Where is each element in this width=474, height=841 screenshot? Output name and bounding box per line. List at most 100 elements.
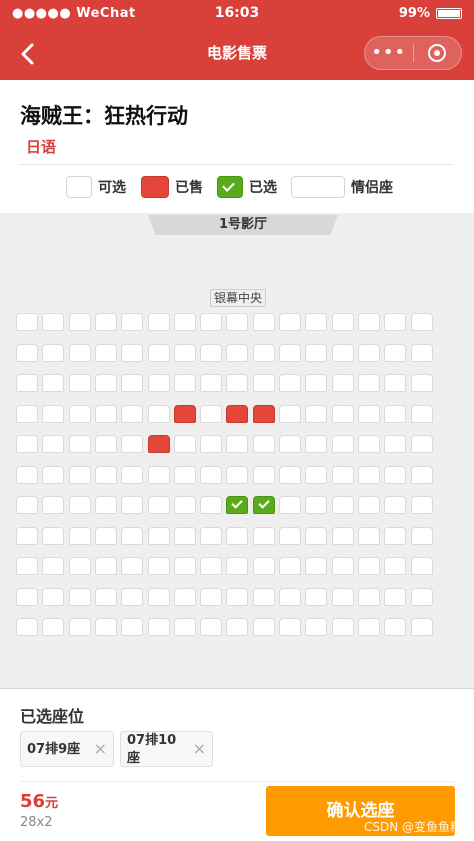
seat[interactable] [331,557,354,575]
seat[interactable] [147,465,170,484]
seat[interactable] [200,587,223,606]
seat[interactable] [252,557,275,575]
seat[interactable] [252,313,275,331]
seat[interactable] [305,618,328,636]
seat[interactable] [410,526,433,545]
seat[interactable] [200,496,223,514]
seat[interactable] [121,374,144,392]
seat[interactable] [147,557,170,575]
seat[interactable] [305,343,328,362]
seat[interactable] [16,435,38,453]
seat[interactable] [94,404,117,423]
seat[interactable] [279,465,301,484]
seat[interactable] [305,374,328,392]
seat[interactable] [331,618,354,636]
seat[interactable] [384,404,407,423]
seat[interactable] [226,526,249,545]
seat[interactable] [200,435,223,453]
seat[interactable] [173,465,196,484]
seat[interactable] [357,343,380,362]
seat[interactable] [200,374,223,392]
seat[interactable] [305,313,328,331]
seat[interactable] [147,343,170,362]
seat[interactable] [121,313,144,331]
seat[interactable] [94,374,117,392]
seat[interactable] [68,465,91,484]
seat[interactable] [147,526,170,545]
seat[interactable] [121,526,144,545]
seat[interactable] [121,343,144,362]
seat[interactable] [121,557,144,575]
seat[interactable] [279,526,301,545]
seat[interactable] [42,465,65,484]
seat[interactable] [173,374,196,392]
seat[interactable] [357,618,380,636]
seat[interactable] [279,557,301,575]
seat[interactable] [147,435,170,453]
seat[interactable] [279,343,301,362]
seat[interactable] [147,374,170,392]
seat[interactable] [121,404,144,423]
seat[interactable] [226,343,249,362]
seat[interactable] [305,465,328,484]
seat[interactable] [331,343,354,362]
seat[interactable] [226,618,249,636]
close-icon[interactable]: × [193,740,206,758]
seat[interactable] [16,496,38,514]
seat[interactable] [173,404,196,423]
seat[interactable] [410,618,433,636]
seat[interactable] [252,435,275,453]
seat[interactable] [331,435,354,453]
seat[interactable] [384,374,407,392]
seat[interactable] [42,313,65,331]
seat[interactable] [68,404,91,423]
seat[interactable] [16,374,38,392]
seat[interactable] [147,587,170,606]
seat[interactable] [252,404,275,423]
seat[interactable] [94,313,117,331]
seat[interactable] [384,526,407,545]
seat[interactable] [305,435,328,453]
seat[interactable] [147,313,170,331]
seat[interactable] [279,496,301,514]
selected-seat-chip[interactable]: 07排10座 × [120,731,213,767]
seat[interactable] [68,313,91,331]
seat[interactable] [410,496,433,514]
seat[interactable] [331,496,354,514]
seat[interactable] [173,496,196,514]
seat[interactable] [200,557,223,575]
seat[interactable] [68,435,91,453]
seat[interactable] [357,557,380,575]
seat[interactable] [94,435,117,453]
seat[interactable] [121,496,144,514]
close-miniprogram-button[interactable] [414,44,462,62]
seat[interactable] [173,526,196,545]
seat[interactable] [384,343,407,362]
seat[interactable] [331,404,354,423]
seat[interactable] [384,587,407,606]
seat[interactable] [279,374,301,392]
seat[interactable] [173,313,196,331]
seat[interactable] [410,465,433,484]
seat[interactable] [279,618,301,636]
seat[interactable] [16,465,38,484]
seat[interactable] [42,526,65,545]
seat[interactable] [173,618,196,636]
seat[interactable] [121,435,144,453]
seat[interactable] [410,557,433,575]
seat[interactable] [226,557,249,575]
seat[interactable] [305,587,328,606]
seat[interactable] [42,587,65,606]
seat[interactable] [16,343,38,362]
seat[interactable] [173,557,196,575]
seat[interactable] [331,526,354,545]
seat[interactable] [410,587,433,606]
seat[interactable] [279,404,301,423]
selected-seat-chip[interactable]: 07排9座 × [20,731,114,767]
seat[interactable] [16,618,38,636]
seat[interactable] [68,526,91,545]
seat[interactable] [16,587,38,606]
seat[interactable] [410,374,433,392]
seat[interactable] [42,496,65,514]
seat[interactable] [252,526,275,545]
